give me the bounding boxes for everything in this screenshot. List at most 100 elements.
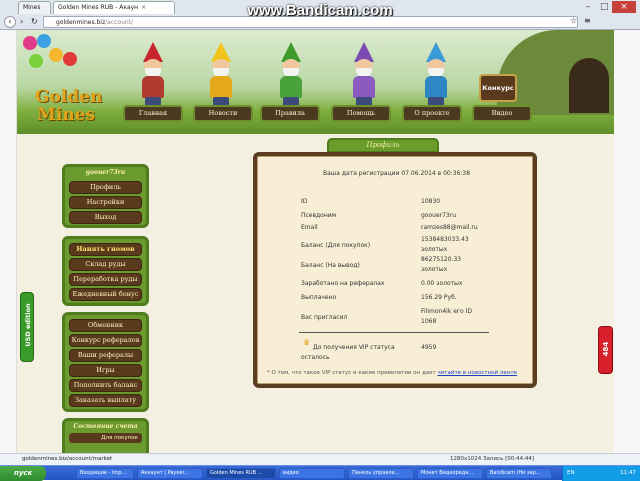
browser-status-bar: goldenmines.biz/account/market 1280x1024… (0, 453, 640, 465)
vip-crown-icon: ♛ (303, 338, 311, 347)
minimize-icon[interactable]: – (586, 2, 591, 12)
logo-line1: Golden (35, 87, 103, 107)
nav-rules[interactable]: Правила (260, 105, 320, 122)
maximize-icon[interactable]: □ (600, 2, 609, 12)
bandicam-status: 1280x1024 Запись [00:44:44] (450, 456, 535, 462)
browser-chrome: Mines Golden Mines RUB - Акаун × ‹ › ↻ go… (0, 0, 640, 30)
status-url: goldenmines.biz/account/market (22, 456, 113, 462)
gnome-red (139, 42, 167, 108)
start-button[interactable]: пуск (0, 466, 46, 481)
nav-label: Новости (208, 109, 238, 117)
nav-label: Помощь (346, 109, 376, 117)
vip-note-text: * О том, что такое VIP статус и какие пр… (267, 370, 438, 376)
sidebar-item-withdraw[interactable]: Заказать выплату (69, 394, 142, 407)
sidebar-item-referrals[interactable]: Ваши рефералы (69, 349, 142, 362)
nav-label: Правила (275, 109, 305, 117)
sidebar-item-games[interactable]: Игры (69, 364, 142, 377)
logo-line2: Mines (37, 105, 96, 125)
sidebar-mine-box: Нанять гномов Склад руды Переработка руд… (62, 236, 149, 306)
sidebar-item-ore-storage[interactable]: Склад руды (69, 258, 142, 271)
divider (299, 332, 489, 333)
contest-tv-button[interactable]: Конкурс (479, 74, 517, 102)
mine-entrance (569, 58, 609, 113)
web-page: Golden Mines Конкурс Главная Новости Пра… (17, 30, 614, 458)
sidebar-item-daily-bonus[interactable]: Ежедневный бонус (69, 288, 142, 301)
label-nickname: Псевдоним (301, 212, 337, 219)
online-counter-badge[interactable]: 484 (598, 326, 613, 374)
sidebar-money-box: Обменник Конкурс рефералов Ваши рефералы… (62, 312, 149, 412)
menu-icon[interactable]: ≡ (584, 16, 591, 25)
label-balance-withdraw: Баланс (На вывод) (301, 262, 360, 269)
taskbar-item[interactable]: Аккаунт | Payeer... (137, 468, 203, 479)
taskbar-item[interactable]: Входящие - Imp... (76, 468, 134, 479)
reload-icon[interactable]: ↻ (31, 16, 41, 28)
label-invited-by: Вас пригласил (301, 314, 348, 321)
sidebar-item-hire[interactable]: Нанять гномов (69, 243, 142, 256)
news-link[interactable]: читайте в новостной ленте (437, 370, 516, 376)
usd-edition-badge[interactable]: USD edition (20, 292, 34, 362)
contest-label: Конкурс (482, 84, 514, 92)
star-icon[interactable]: ☆ (570, 16, 577, 25)
taskbar: пуск Входящие - Imp... Аккаунт | Payeer.… (0, 465, 640, 481)
label-paid-out: Выплачено (301, 294, 337, 301)
gnome-yellow (207, 42, 235, 108)
nav-label: Видео (491, 109, 513, 117)
right-margin (614, 30, 640, 458)
sidebar-item-referral-contest[interactable]: Конкурс рефералов (69, 334, 142, 347)
value-invited-by-id: 1068 (421, 318, 437, 325)
value-id: 10830 (421, 198, 441, 205)
value-balance-purchase: 1538483033.43 (421, 236, 469, 243)
site-header: Golden Mines Конкурс Главная Новости Пра… (17, 30, 614, 134)
clock: 11:47 (620, 470, 636, 476)
value-email: ramzes88@mail.ru (421, 224, 478, 231)
back-button[interactable]: ‹ (4, 16, 16, 28)
tab-label: Golden Mines RUB - Акаун (58, 4, 139, 11)
site-logo[interactable]: Golden Mines (35, 88, 102, 124)
label-referral-earnings: Заработано на рефералах (301, 280, 385, 287)
tab-label: Mines (23, 4, 41, 11)
sidebar-item-ore-processing[interactable]: Переработка руды (69, 273, 142, 286)
gnome-purple (350, 42, 378, 108)
nav-news[interactable]: Новости (193, 105, 253, 122)
close-icon[interactable]: × (141, 4, 146, 11)
forward-button[interactable]: › (20, 16, 30, 28)
registration-date: Ваша дата регистрации 07.06.2014 в 00:36… (323, 170, 471, 177)
value-nickname: goouer73ru (421, 212, 457, 219)
address-bar[interactable]: goldenmines.biz/account/ (43, 16, 578, 28)
address-path: /account/ (105, 19, 134, 26)
value-balance-withdraw-unit: золотых (421, 266, 448, 273)
sidebar-item-exchange[interactable]: Обменник (69, 319, 142, 332)
sidebar-user-box: goouer73ru Профиль Настройки Выход (62, 164, 149, 228)
stats-for-purchases: Для покупок (69, 433, 142, 443)
sidebar-item-logout[interactable]: Выход (69, 211, 142, 224)
window-close-icon[interactable]: × (612, 1, 636, 13)
sidebar-item-deposit[interactable]: Пополнить баланс (69, 379, 142, 392)
logo-balloons (23, 34, 103, 74)
taskbar-item[interactable]: Панель управле... (348, 468, 414, 479)
taskbar-item[interactable]: Bandicam (Не зар... (486, 468, 552, 479)
nav-video[interactable]: Видео (472, 105, 532, 122)
value-balance-purchase-unit: золотых (421, 246, 448, 253)
taskbar-item-active[interactable]: Golden Mines RUB ... (206, 468, 276, 479)
nav-about[interactable]: О проекте (402, 105, 462, 122)
nav-label: Главная (138, 109, 168, 117)
label-balance-purchase: Баланс (Для покупок) (301, 242, 371, 249)
sidebar-stats-box: Состояние счета Для покупок (62, 418, 149, 458)
value-referral-earnings: 0.00 золотых (421, 280, 463, 287)
taskbar-item[interactable]: Монет Видеореда... (417, 468, 483, 479)
browser-tab-golden-mines[interactable]: Golden Mines RUB - Акаун × (53, 1, 175, 14)
nav-help[interactable]: Помощь (331, 105, 391, 122)
gnome-green (277, 42, 305, 108)
sidebar-item-profile[interactable]: Профиль (69, 181, 142, 194)
address-host: goldenmines.biz (56, 19, 106, 26)
vip-label: До получения VIP статуса (313, 344, 395, 351)
sidebar-item-settings[interactable]: Настройки (69, 196, 142, 209)
nav-home[interactable]: Главная (123, 105, 183, 122)
sidebar-username: goouer73ru (85, 169, 126, 176)
stats-title: Состояние счета (73, 423, 138, 430)
value-balance-withdraw: 86275120.33 (421, 256, 462, 263)
taskbar-item[interactable]: видео (279, 468, 345, 479)
profile-title: Профиль (327, 138, 439, 153)
browser-tab-mines[interactable]: Mines (18, 1, 51, 14)
language-indicator[interactable]: EN (567, 470, 575, 476)
